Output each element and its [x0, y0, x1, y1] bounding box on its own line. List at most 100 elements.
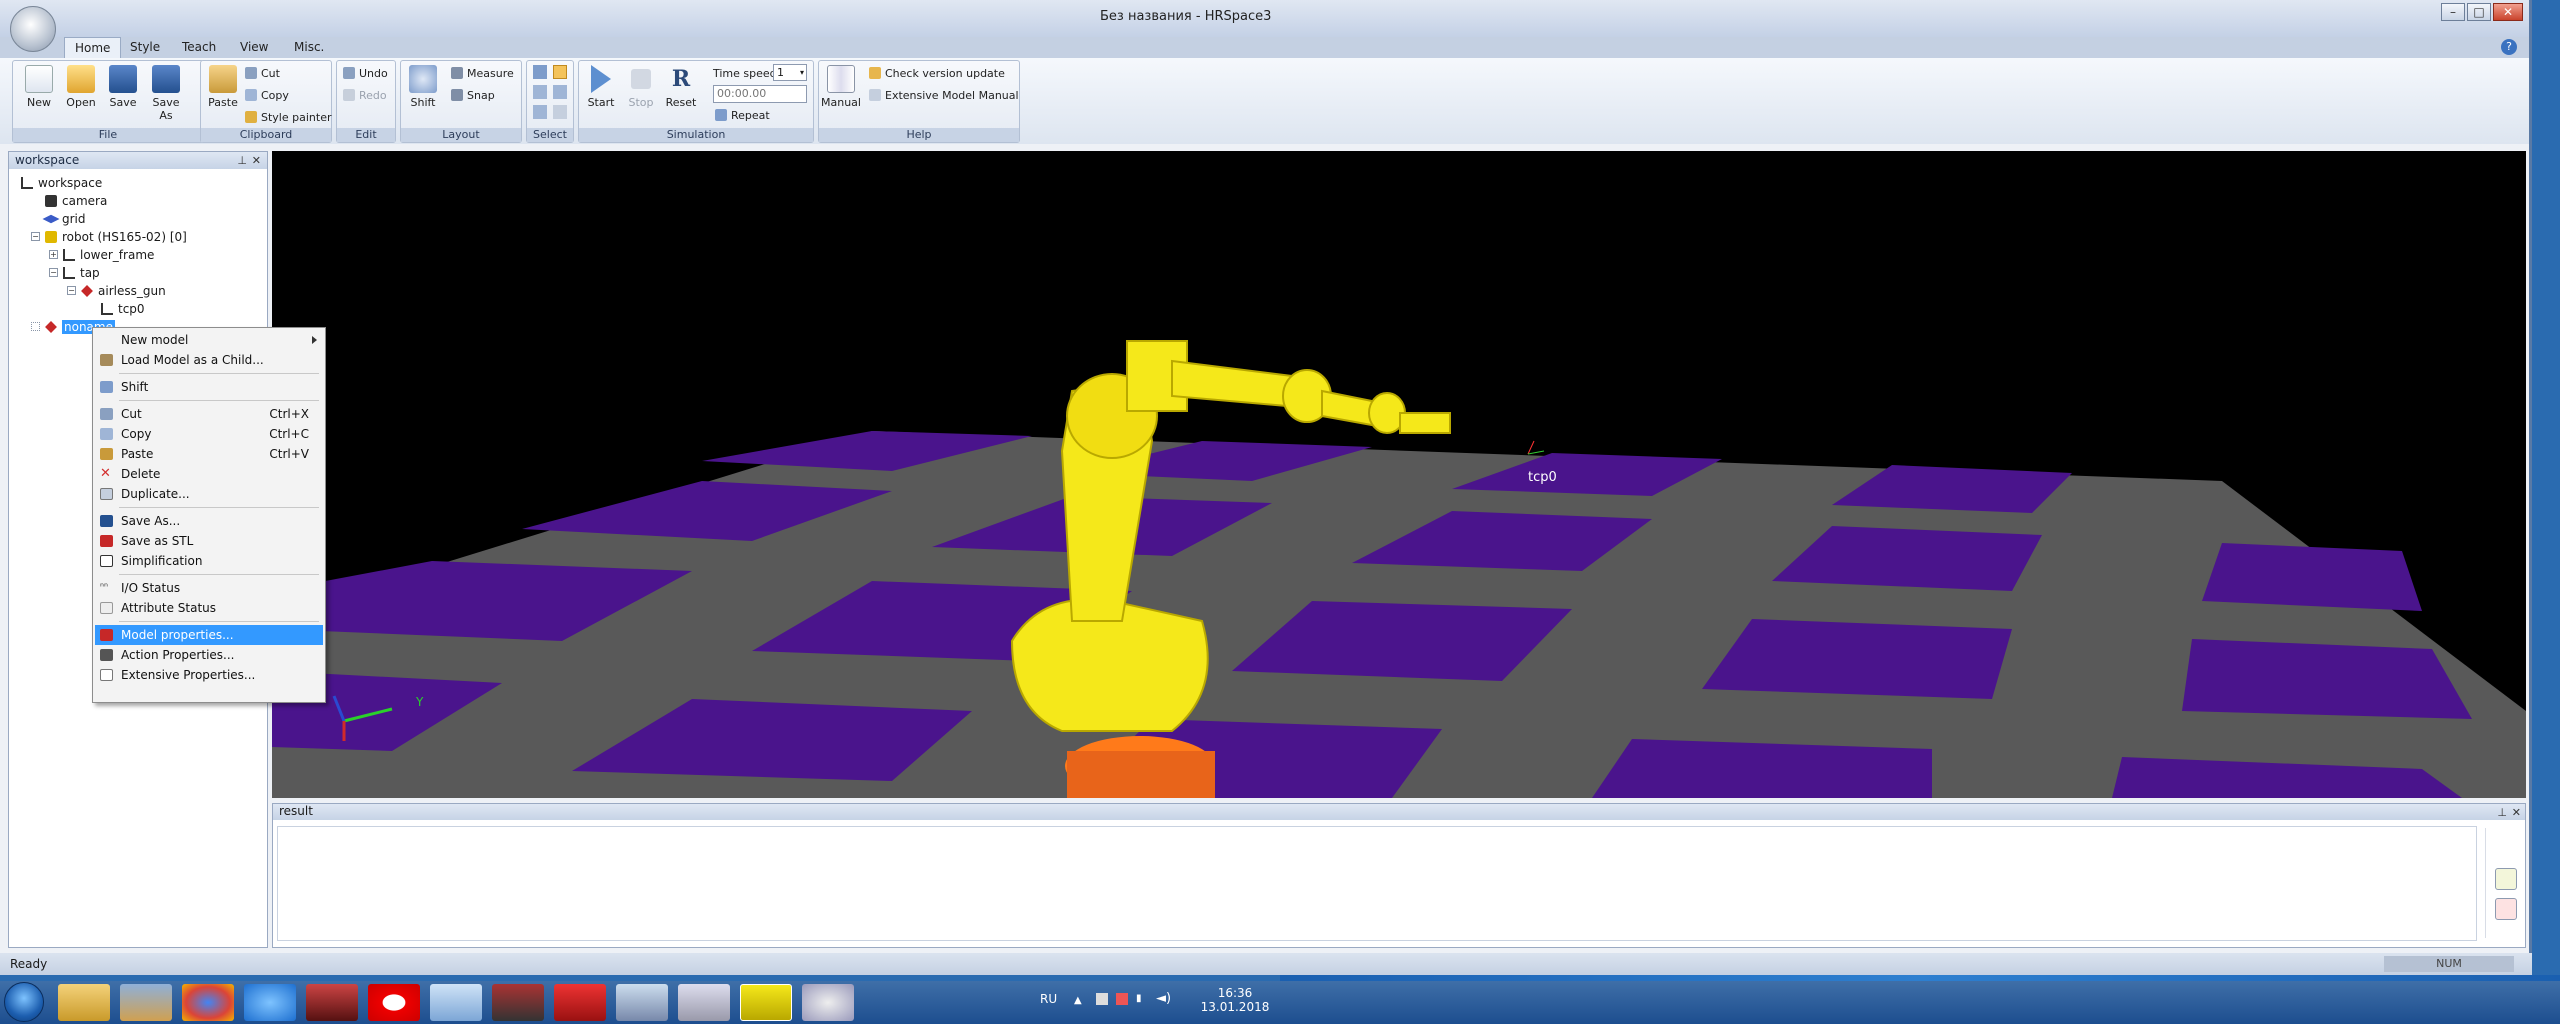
pin-icon[interactable]: ⊥: [237, 153, 247, 169]
window-taskbar-icon[interactable]: [430, 984, 482, 1021]
tree-item-grid[interactable]: grid: [42, 210, 86, 228]
menu-item-save-as-stl[interactable]: Save as STL: [95, 531, 323, 551]
cut-button[interactable]: Cut: [245, 67, 280, 80]
select-pointer-icon[interactable]: [553, 65, 567, 79]
result-scrollbar[interactable]: [2485, 828, 2495, 938]
maximize-button[interactable]: □: [2467, 3, 2491, 21]
ie-taskbar-icon[interactable]: [244, 984, 296, 1021]
menu-item-extensive-properties[interactable]: Extensive Properties...: [95, 665, 323, 685]
menu-item-attribute-status[interactable]: Attribute Status: [95, 598, 323, 618]
chrome-taskbar-icon[interactable]: [182, 984, 234, 1021]
menu-item-copy[interactable]: Copy Ctrl+C: [95, 424, 323, 444]
tree-item-tcp0[interactable]: tcp0: [101, 300, 145, 318]
menu-item-load-model-child[interactable]: Load Model as a Child...: [95, 350, 323, 370]
copy-button[interactable]: Copy: [245, 89, 289, 102]
opera-taskbar-icon[interactable]: [368, 984, 420, 1021]
tab-view[interactable]: View: [230, 37, 278, 58]
menu-item-action-properties[interactable]: Action Properties...: [95, 645, 323, 665]
close-icon[interactable]: ✕: [252, 153, 261, 169]
pin-icon[interactable]: ⊥: [2497, 805, 2507, 820]
tab-teach[interactable]: Teach: [172, 37, 226, 58]
menu-item-save-as[interactable]: Save As...: [95, 511, 323, 531]
explorer-taskbar-icon[interactable]: [58, 984, 110, 1021]
menu-item-cut[interactable]: Cut Ctrl+X: [95, 404, 323, 424]
time-speed-select[interactable]: 1 ▾: [773, 64, 807, 81]
delete-icon[interactable]: [2495, 898, 2517, 920]
shift-button[interactable]: Shift: [403, 65, 443, 109]
collapse-airless-gun-icon[interactable]: −: [67, 286, 76, 295]
menu-item-new-model[interactable]: New model: [95, 330, 323, 350]
calculator-taskbar-icon[interactable]: [678, 984, 730, 1021]
undo-button[interactable]: Undo: [343, 67, 388, 80]
measure-button[interactable]: Measure: [451, 67, 514, 80]
tree-item-camera[interactable]: camera: [45, 192, 107, 210]
matlab-taskbar-icon[interactable]: [616, 984, 668, 1021]
collapse-robot-icon[interactable]: −: [31, 232, 40, 241]
pdf-taskbar-icon[interactable]: [554, 984, 606, 1021]
snap-button[interactable]: Snap: [451, 89, 495, 102]
tab-style[interactable]: Style: [120, 37, 170, 58]
start-button[interactable]: Start: [581, 65, 621, 109]
3d-viewport[interactable]: tcp0 Y: [272, 151, 2526, 798]
start-button[interactable]: [4, 982, 44, 1022]
collapse-tap-icon[interactable]: −: [49, 268, 58, 277]
menu-item-paste[interactable]: Paste Ctrl+V: [95, 444, 323, 464]
close-button[interactable]: ✕: [2493, 3, 2523, 21]
select-move-icon[interactable]: [553, 85, 567, 99]
volume-icon[interactable]: ◄): [1156, 991, 1171, 1006]
network-icon[interactable]: ▮: [1136, 993, 1142, 1004]
clear-icon[interactable]: [2495, 868, 2517, 890]
stop-button[interactable]: Stop: [621, 65, 661, 109]
menu-item-shift[interactable]: Shift: [95, 377, 323, 397]
clock[interactable]: 16:36 13.01.2018: [1200, 981, 1270, 1024]
book-icon: [827, 65, 855, 93]
tray-flag-icon[interactable]: [1096, 993, 1108, 1005]
application-window: Без названия - HRSpace3 – □ ✕ Home Style…: [0, 0, 2532, 975]
paint-taskbar-icon[interactable]: [802, 984, 854, 1021]
game-taskbar-icon[interactable]: [306, 984, 358, 1021]
tree-item-airless-gun[interactable]: airless_gun: [81, 282, 166, 300]
tray-arrow-icon[interactable]: ▲: [1074, 995, 1082, 1006]
menu-item-model-properties[interactable]: Model properties...: [95, 625, 323, 645]
paste-icon: [209, 65, 237, 93]
tab-misc[interactable]: Misc.: [284, 37, 334, 58]
select-scale-icon[interactable]: [533, 105, 547, 119]
media-player-taskbar-icon[interactable]: [120, 984, 172, 1021]
manual-button[interactable]: Manual: [821, 65, 861, 109]
save-as-button[interactable]: Save As: [145, 65, 187, 122]
reset-button[interactable]: R Reset: [661, 65, 701, 109]
result-output[interactable]: [277, 826, 2477, 941]
new-button[interactable]: New: [19, 65, 59, 109]
menu-item-simplification[interactable]: Simplification: [95, 551, 323, 571]
paste-button[interactable]: Paste: [203, 65, 243, 109]
application-menu-button[interactable]: [10, 6, 56, 52]
minimize-button[interactable]: –: [2441, 3, 2465, 21]
tree-item-tap[interactable]: tap: [63, 264, 100, 282]
tree-item-workspace[interactable]: workspace: [21, 174, 102, 192]
tray-app-icon[interactable]: [1116, 993, 1128, 1005]
select-rotate-icon[interactable]: [533, 85, 547, 99]
expand-lower-frame-icon[interactable]: +: [49, 250, 58, 259]
time-field[interactable]: 00:00.00: [713, 85, 807, 103]
winrar-taskbar-icon[interactable]: [492, 984, 544, 1021]
tray-icons[interactable]: ▲ ▮ ◄): [1070, 981, 1180, 1024]
save-button[interactable]: Save: [103, 65, 143, 109]
repeat-button[interactable]: Repeat: [715, 109, 770, 122]
select-box-icon[interactable]: [533, 65, 547, 79]
tree-item-lower-frame[interactable]: lower_frame: [63, 246, 154, 264]
menu-item-delete[interactable]: ✕ Delete: [95, 464, 323, 484]
menu-item-io-status[interactable]: ⁿⁿ I/O Status: [95, 578, 323, 598]
help-icon[interactable]: ?: [2501, 39, 2517, 55]
redo-button[interactable]: Redo: [343, 89, 387, 102]
tab-home[interactable]: Home: [64, 37, 122, 58]
hand-icon[interactable]: [553, 105, 567, 119]
style-painter-button[interactable]: Style painter: [245, 111, 331, 124]
open-button[interactable]: Open: [61, 65, 101, 109]
language-indicator[interactable]: RU: [1040, 981, 1057, 1024]
extensive-manual-button[interactable]: Extensive Model Manual: [869, 89, 1019, 102]
tree-item-robot[interactable]: robot (HS165-02) [0]: [45, 228, 187, 246]
close-icon[interactable]: ✕: [2512, 805, 2521, 820]
menu-item-duplicate[interactable]: Duplicate...: [95, 484, 323, 504]
hrspace-taskbar-icon[interactable]: [740, 984, 792, 1021]
check-version-button[interactable]: Check version update: [869, 67, 1005, 80]
